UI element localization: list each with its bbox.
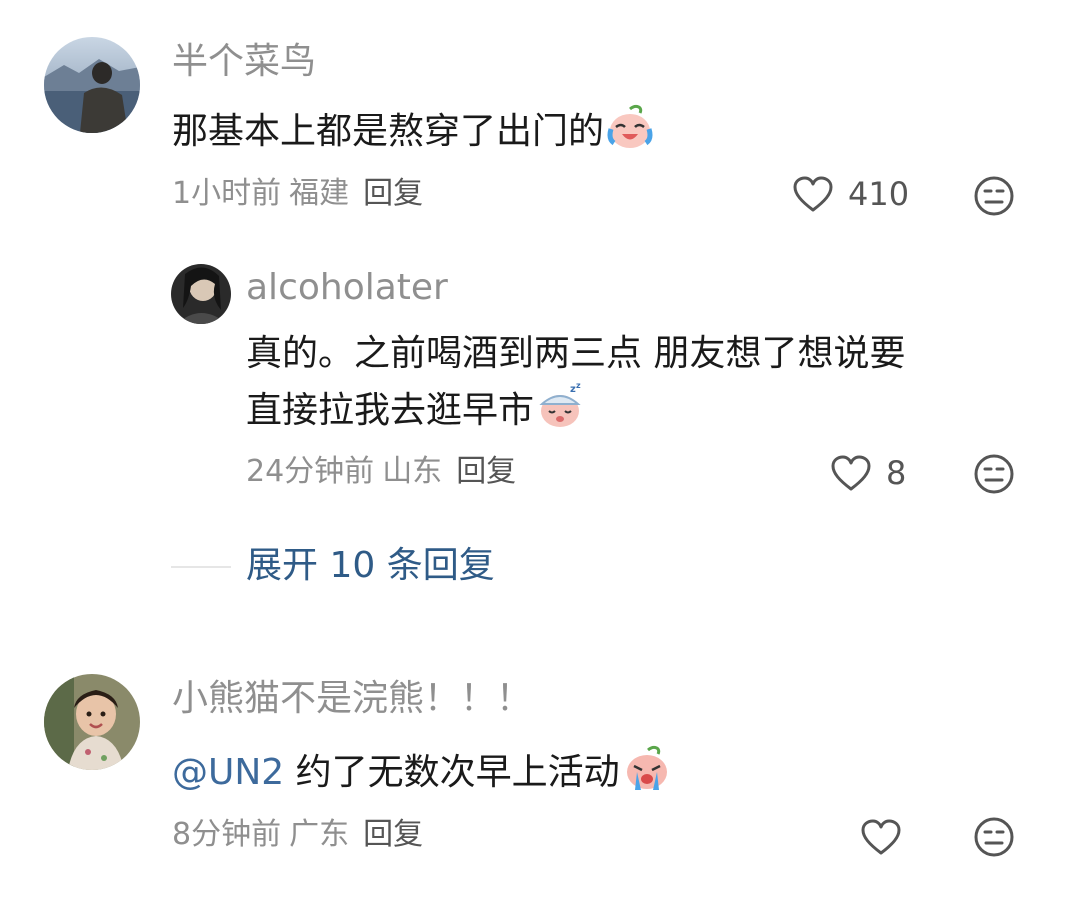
comment-time: 8分钟前 [172,817,282,852]
avatar-image [44,674,140,770]
avatar[interactable] [44,674,140,770]
laugh-cry-emoji-icon [607,104,653,148]
reply-text-line2: 直接拉我去逛早市 z z [246,382,1036,439]
heart-icon [831,455,871,491]
like-button[interactable] [860,815,916,859]
crying-emoji-icon [626,745,667,790]
heart-icon [861,819,901,855]
neutral-face-icon [974,176,1014,216]
neutral-face-icon [974,454,1014,494]
comment-username[interactable]: 小熊猫不是浣熊！！！ [172,679,532,719]
comment-region: 广东 [289,817,350,852]
comment-text-body: 那基本上都是熬穿了出门的 [172,111,605,152]
comment-username[interactable]: 半个菜鸟 [172,42,316,82]
reply-avatar[interactable] [171,264,231,324]
avatar-image [44,37,140,133]
reply-username[interactable]: alcoholater [246,268,448,308]
reply-region: 山东 [382,454,443,489]
comment-meta: 1小时前 福建 回复 [172,176,423,212]
svg-text:z: z [576,382,581,390]
reply-time: 24分钟前 [246,454,375,489]
reply-avatar-image [171,264,231,324]
reply-like-button[interactable]: 8 [830,451,906,495]
expand-divider [171,566,231,568]
comment-text: @UN2 约了无数次早上活动 [172,744,992,801]
mention-link[interactable]: @UN2 [172,752,284,793]
comment-region: 福建 [289,176,350,211]
avatar[interactable] [44,37,140,133]
reply-reply-button[interactable]: 回复 [456,454,516,489]
expand-replies-button[interactable]: 展开 10 条回复 [246,544,495,588]
reply-button[interactable]: 回复 [363,176,423,211]
comment-text-body: 约了无数次早上活动 [284,752,620,793]
reply-dislike-button[interactable] [972,452,1016,496]
heart-icon [793,176,833,212]
neutral-face-icon [974,817,1014,857]
reply-text-line1: 真的。之前喝酒到两三点 朋友想了想说要 [246,333,906,374]
reply-text-line2-body: 直接拉我去逛早市 [246,390,535,431]
like-button[interactable]: 410 [792,172,909,216]
like-count: 410 [848,175,910,213]
sleepy-emoji-icon: z z [539,382,581,427]
dislike-button[interactable] [972,815,1016,859]
reply-text: 真的。之前喝酒到两三点 朋友想了想说要 直接拉我去逛早市 z z [246,326,1036,439]
comment-text: 那基本上都是熬穿了出门的 [172,103,972,160]
reply-button[interactable]: 回复 [363,817,423,852]
reply-meta: 24分钟前 山东 回复 [246,454,516,490]
dislike-button[interactable] [972,174,1016,218]
comment-meta: 8分钟前 广东 回复 [172,817,423,853]
reply-like-count: 8 [886,454,907,492]
comment-time: 1小时前 [172,176,282,211]
